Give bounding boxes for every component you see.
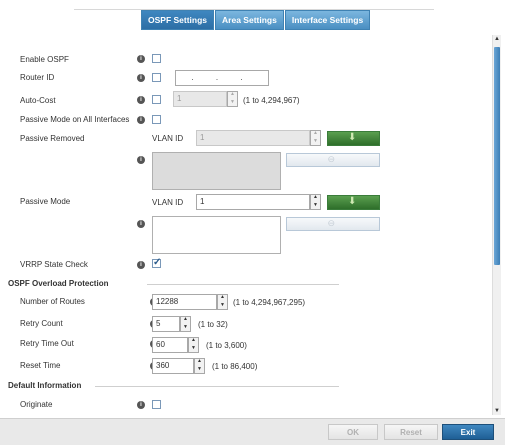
vrrp-label: VRRP State Check [20,260,88,269]
router-id-label: Router ID [20,73,55,82]
auto-cost-range: (1 to 4,294,967) [243,96,300,105]
info-icon[interactable]: i [137,261,145,269]
passive-mode-vlan-input[interactable]: 1 [196,194,310,210]
routes-stepper[interactable] [217,294,228,310]
section-divider [147,284,339,285]
ok-button[interactable]: OK [328,424,378,440]
retry-count-range: (1 to 32) [198,320,228,329]
passive-all-label: Passive Mode on All Interfaces [20,115,130,124]
passive-mode-label: Passive Mode [20,197,71,206]
info-icon[interactable]: i [137,401,145,409]
enable-ospf-checkbox[interactable] [152,54,161,63]
info-icon[interactable]: i [137,55,145,63]
tab-interface-settings[interactable]: Interface Settings [284,10,371,30]
retry-timeout-label: Retry Time Out [20,339,74,348]
passive-all-checkbox[interactable] [152,115,161,124]
routes-range: (1 to 4,294,967,295) [233,298,306,307]
retry-count-stepper[interactable] [180,316,191,332]
vertical-scrollbar[interactable]: ▲ ▼ [492,35,501,415]
passive-removed-stepper[interactable] [310,130,321,146]
reset-time-label: Reset Time [20,361,61,370]
info-icon[interactable]: i [137,74,145,82]
tab-ospf-settings[interactable]: OSPF Settings [141,10,215,30]
auto-cost-stepper[interactable] [227,91,238,107]
router-id-checkbox[interactable] [152,73,161,82]
passive-mode-add-button[interactable] [327,195,380,210]
info-icon[interactable]: i [137,156,145,164]
passive-removed-remove-button[interactable] [286,153,380,167]
retry-count-input[interactable]: 5 [152,316,180,332]
routes-input[interactable]: 12288 [152,294,217,310]
originate-label: Originate [20,400,53,409]
scroll-up-icon[interactable]: ▲ [493,35,501,43]
passive-removed-vlan-input[interactable]: 1 [196,130,310,146]
retry-count-label: Retry Count [20,319,63,328]
routes-label: Number of Routes [20,297,85,306]
exit-button[interactable]: Exit [442,424,494,440]
enable-ospf-label: Enable OSPF [20,55,69,64]
reset-time-input[interactable]: 360 [152,358,194,374]
originate-checkbox[interactable] [152,400,161,409]
passive-removed-label: Passive Removed [20,134,85,143]
auto-cost-input[interactable]: 1 [173,91,227,107]
passive-mode-list[interactable] [152,216,281,254]
passive-removed-add-button[interactable] [327,131,380,146]
overload-section-title: OSPF Overload Protection [8,279,109,288]
passive-mode-vlan-label: VLAN ID [152,198,184,207]
scrollbar-thumb[interactable] [494,47,500,265]
passive-removed-list[interactable] [152,152,281,190]
vrrp-checkbox[interactable] [152,257,161,268]
tab-bar: OSPF Settings Area Settings Interface Se… [141,10,371,30]
passive-mode-stepper[interactable] [310,194,321,210]
scroll-down-icon[interactable]: ▼ [493,407,501,415]
passive-mode-remove-button[interactable] [286,217,380,231]
info-icon[interactable]: i [137,96,145,104]
retry-timeout-range: (1 to 3,600) [206,341,247,350]
retry-timeout-stepper[interactable] [188,337,199,353]
reset-time-stepper[interactable] [194,358,205,374]
reset-time-range: (1 to 86,400) [212,362,258,371]
passive-removed-vlan-label: VLAN ID [152,134,184,143]
default-info-section-title: Default Information [8,381,82,390]
auto-cost-label: Auto-Cost [20,96,56,105]
info-icon[interactable]: i [137,116,145,124]
section-divider [95,386,339,387]
reset-button[interactable]: Reset [384,424,438,440]
tab-area-settings[interactable]: Area Settings [215,10,284,30]
retry-timeout-input[interactable]: 60 [152,337,188,353]
router-id-input[interactable]: . . . [175,70,269,86]
auto-cost-checkbox[interactable] [152,95,161,104]
info-icon[interactable]: i [137,220,145,228]
